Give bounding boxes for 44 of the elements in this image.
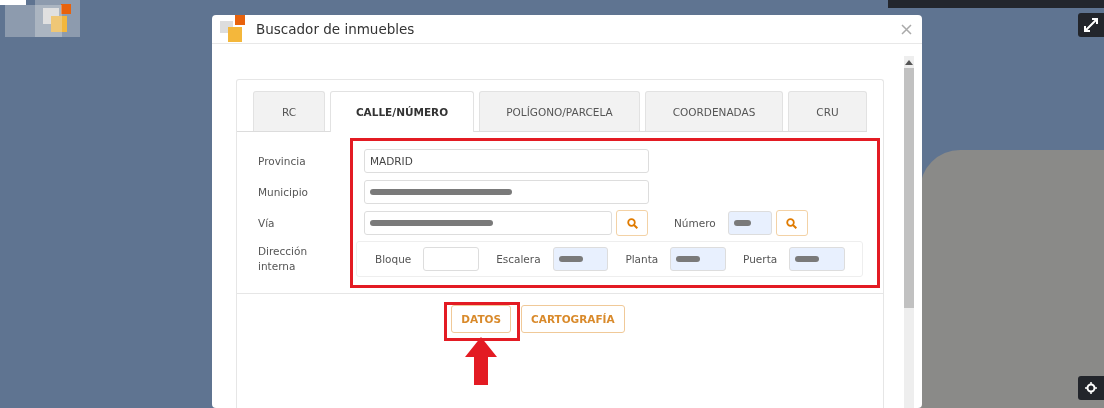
field-label: Escalera <box>496 253 541 265</box>
expand-button[interactable] <box>1078 13 1104 37</box>
dialog-title: Buscador de inmuebles <box>256 21 416 37</box>
tab[interactable]: POLÍGONO/PARCELA <box>479 91 640 131</box>
search-icon <box>626 217 638 229</box>
redaction-mark <box>676 256 701 262</box>
search-button[interactable] <box>775 210 808 236</box>
crosshair-icon <box>1085 382 1097 394</box>
redaction-mark <box>733 220 752 226</box>
layers-button[interactable] <box>35 0 80 37</box>
field-label: Municipio <box>258 186 309 198</box>
input-field[interactable] <box>670 247 727 271</box>
corner-panel <box>0 0 26 5</box>
input-field[interactable] <box>364 180 649 204</box>
field-label: Vía <box>258 217 276 229</box>
field-label: Provincia <box>258 155 307 167</box>
tab[interactable]: CRU <box>788 91 867 131</box>
tab[interactable]: CALLE/NÚMERO <box>330 91 474 132</box>
input-field[interactable] <box>789 247 845 271</box>
scrollbar[interactable] <box>904 56 914 408</box>
field-label: Número <box>674 217 716 229</box>
close-icon[interactable] <box>901 23 912 35</box>
field-label: Dirección interna <box>258 244 309 274</box>
field-label: Puerta <box>743 253 778 265</box>
redaction-mark <box>795 256 820 262</box>
tab[interactable]: RC <box>253 91 325 131</box>
input-field[interactable]: MADRID <box>364 149 649 173</box>
field-label: Bloque <box>375 253 412 265</box>
layers-icon <box>42 3 73 34</box>
scroll-up-icon[interactable] <box>905 60 913 65</box>
expand-icon <box>1084 18 1098 32</box>
input-field[interactable] <box>423 247 480 271</box>
input-field[interactable] <box>727 211 772 235</box>
field-label: Planta <box>625 253 659 265</box>
locate-button[interactable] <box>1078 376 1104 400</box>
input-field[interactable] <box>364 211 612 235</box>
scroll-thumb[interactable] <box>904 68 914 308</box>
input-field[interactable] <box>552 247 609 271</box>
redaction-mark <box>558 256 583 262</box>
search-button[interactable] <box>616 210 648 236</box>
map-button[interactable] <box>5 5 62 37</box>
tab[interactable]: COORDENADAS <box>645 91 783 131</box>
arrow-icon <box>465 337 498 387</box>
search-icon <box>786 217 798 229</box>
